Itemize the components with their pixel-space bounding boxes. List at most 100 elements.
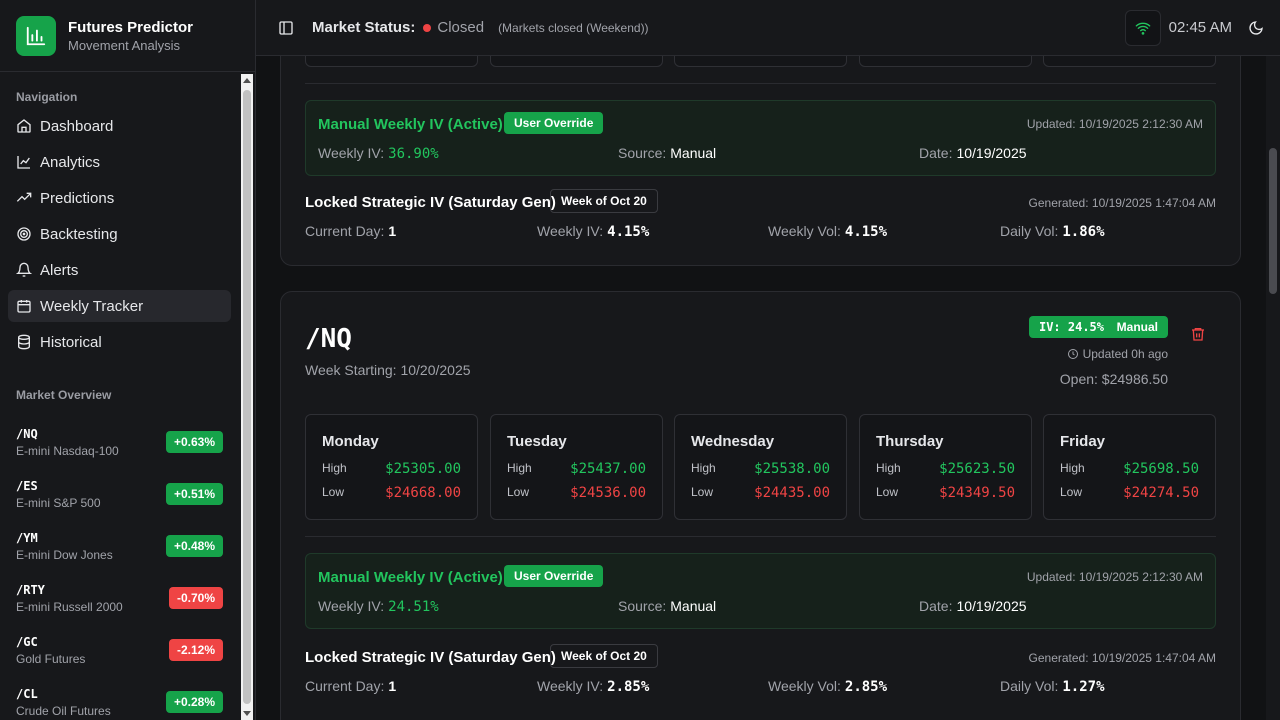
high-value: $25437.00 bbox=[570, 461, 646, 477]
weekly-iv-label: Weekly IV: bbox=[537, 678, 604, 694]
locked-iv-title: Locked Strategic IV (Saturday Gen) bbox=[305, 649, 556, 666]
sidebar-item-backtesting[interactable]: Backtesting bbox=[8, 218, 231, 250]
high-value: $25538.00 bbox=[754, 461, 830, 477]
source-label: Source: bbox=[618, 598, 667, 614]
market-item[interactable]: /CL Crude Oil Futures +0.28% bbox=[0, 676, 239, 720]
day-name: Tuesday bbox=[507, 433, 567, 450]
chart-bar-icon bbox=[16, 15, 56, 56]
daily-vol-value: 1.86% bbox=[1062, 224, 1105, 240]
market-status-value: Closed bbox=[437, 19, 485, 36]
low-value: $24668.00 bbox=[385, 485, 461, 501]
sidebar-item-label: Historical bbox=[40, 333, 102, 351]
locked-iv-panel: Locked Strategic IV (Saturday Gen) Week … bbox=[305, 644, 1216, 707]
day-name: Wednesday bbox=[691, 433, 775, 450]
market-list: /NQ E-mini Nasdaq-100 +0.63% /ES E-mini S&… bbox=[0, 416, 239, 720]
market-status-note: (Markets closed (Weekend)) bbox=[498, 20, 649, 35]
sidebar-scrollbar-thumb[interactable] bbox=[243, 90, 251, 704]
sidebar-item-label: Dashboard bbox=[40, 117, 114, 135]
sidebar-item-predictions[interactable]: Predictions bbox=[8, 182, 231, 214]
scroll-up-arrow-icon[interactable] bbox=[243, 78, 251, 83]
sidebar-item-dashboard[interactable]: Dashboard bbox=[8, 110, 231, 142]
weekly-iv-label: Weekly IV: bbox=[537, 223, 604, 239]
market-section-label: Market Overview bbox=[16, 388, 112, 402]
market-item[interactable]: /GC Gold Futures -2.12% bbox=[0, 624, 239, 676]
trash-icon[interactable] bbox=[1190, 326, 1206, 342]
sidebar-toggle-icon[interactable] bbox=[278, 20, 294, 36]
status-dot bbox=[423, 23, 432, 32]
target-icon bbox=[17, 227, 31, 241]
low-value: $24536.00 bbox=[570, 485, 646, 501]
trending-up-icon bbox=[16, 192, 32, 202]
day-box-wednesday: Wednesday High $25538.00 Low $24435.00 bbox=[674, 414, 847, 520]
connection-status-button[interactable] bbox=[1124, 9, 1161, 46]
low-value: $24274.50 bbox=[1123, 485, 1199, 501]
market-name: E-mini S&P 500 bbox=[16, 495, 101, 510]
low-value: $24349.50 bbox=[939, 485, 1015, 501]
current-day-value: 1 bbox=[388, 678, 397, 694]
manual-iv-updated: Updated: 10/19/2025 2:12:30 AM bbox=[1026, 570, 1203, 584]
sidebar-item-label: Predictions bbox=[40, 189, 115, 207]
market-change-badge: -0.70% bbox=[168, 587, 223, 609]
locked-iv-panel: Locked Strategic IV (Saturday Gen) Week … bbox=[305, 189, 1216, 252]
day-box bbox=[490, 56, 663, 67]
main-scrollbar-thumb[interactable] bbox=[1269, 148, 1277, 294]
scroll-down-arrow-icon[interactable] bbox=[243, 711, 251, 716]
updated-ago-text: Updated 0h ago bbox=[1082, 347, 1168, 361]
day-name: Friday bbox=[1060, 433, 1106, 450]
date-value: 10/19/2025 bbox=[956, 598, 1027, 614]
manual-iv-panel: Manual Weekly IV (Active) User Override … bbox=[305, 553, 1216, 629]
day-box-monday: Monday High $25305.00 Low $24668.00 bbox=[305, 414, 478, 520]
weekly-vol-label: Weekly Vol: bbox=[768, 678, 841, 694]
market-item[interactable]: /YM E-mini Dow Jones +0.48% bbox=[0, 520, 239, 572]
market-status-label: Market Status: bbox=[312, 19, 416, 36]
low-label: Low bbox=[691, 485, 714, 499]
sidebar-item-analytics[interactable]: Analytics bbox=[8, 146, 231, 178]
moon-icon[interactable] bbox=[1248, 20, 1264, 36]
week-badge: Week of Oct 20 bbox=[550, 189, 658, 213]
market-item[interactable]: /RTY E-mini Russell 2000 -0.70% bbox=[0, 572, 239, 624]
manual-iv-title: Manual Weekly IV (Active) bbox=[318, 116, 503, 133]
brand: Futures Predictor Movement Analysis bbox=[0, 0, 255, 72]
weekly-iv-label: Weekly IV: bbox=[318, 145, 385, 161]
weekly-iv-value: 24.51% bbox=[388, 599, 439, 615]
source-label: Source: bbox=[618, 145, 667, 161]
high-value: $25698.50 bbox=[1123, 461, 1199, 477]
weekly-vol-value: 4.15% bbox=[844, 224, 888, 240]
day-box-thursday: Thursday High $25623.50 Low $24349.50 bbox=[859, 414, 1032, 520]
market-item[interactable]: /NQ E-mini Nasdaq-100 +0.63% bbox=[0, 416, 239, 468]
market-name: Gold Futures bbox=[16, 651, 86, 666]
market-symbol: /GC bbox=[16, 634, 38, 649]
manual-badge: Manual bbox=[1106, 316, 1168, 338]
source-value: Manual bbox=[670, 145, 717, 161]
weekly-iv-label: Weekly IV: bbox=[318, 598, 385, 614]
day-box-friday: Friday High $25698.50 Low $24274.50 bbox=[1043, 414, 1216, 520]
manual-iv-updated: Updated: 10/19/2025 2:12:30 AM bbox=[1026, 117, 1203, 131]
manual-iv-title: Manual Weekly IV (Active) bbox=[318, 569, 503, 586]
daily-vol-label: Daily Vol: bbox=[1000, 678, 1059, 694]
clock-icon bbox=[1067, 349, 1078, 359]
top-bar: Market Status: Closed (Markets closed (W… bbox=[256, 0, 1280, 56]
market-item[interactable]: /ES E-mini S&P 500 +0.51% bbox=[0, 468, 239, 520]
weekly-iv-value: 4.15% bbox=[607, 224, 650, 240]
sidebar-item-label: Analytics bbox=[40, 153, 101, 171]
low-value: $24435.00 bbox=[754, 485, 830, 501]
user-override-badge: User Override bbox=[504, 112, 604, 134]
market-symbol: /YM bbox=[16, 530, 38, 545]
source-value: Manual bbox=[670, 598, 717, 614]
manual-iv-panel: Manual Weekly IV (Active) User Override … bbox=[305, 100, 1216, 176]
day-box bbox=[859, 56, 1032, 67]
sidebar-item-alerts[interactable]: Alerts bbox=[8, 254, 231, 286]
weekly-iv-value: 2.85% bbox=[607, 679, 650, 695]
high-label: High bbox=[507, 461, 532, 475]
market-symbol: /RTY bbox=[16, 582, 45, 597]
sidebar-item-historical[interactable]: Historical bbox=[8, 326, 231, 358]
week-starting: Week Starting: 10/20/2025 bbox=[305, 362, 471, 378]
date-value: 10/19/2025 bbox=[956, 145, 1027, 161]
sidebar-item-weekly-tracker[interactable]: Weekly Tracker bbox=[8, 290, 231, 322]
week-badge: Week of Oct 20 bbox=[550, 644, 658, 668]
date-label: Date: bbox=[919, 598, 953, 614]
main-scrollbar[interactable] bbox=[1266, 56, 1280, 720]
high-label: High bbox=[1060, 461, 1085, 475]
sidebar-scrollbar[interactable] bbox=[241, 74, 253, 720]
day-name: Thursday bbox=[876, 433, 944, 450]
